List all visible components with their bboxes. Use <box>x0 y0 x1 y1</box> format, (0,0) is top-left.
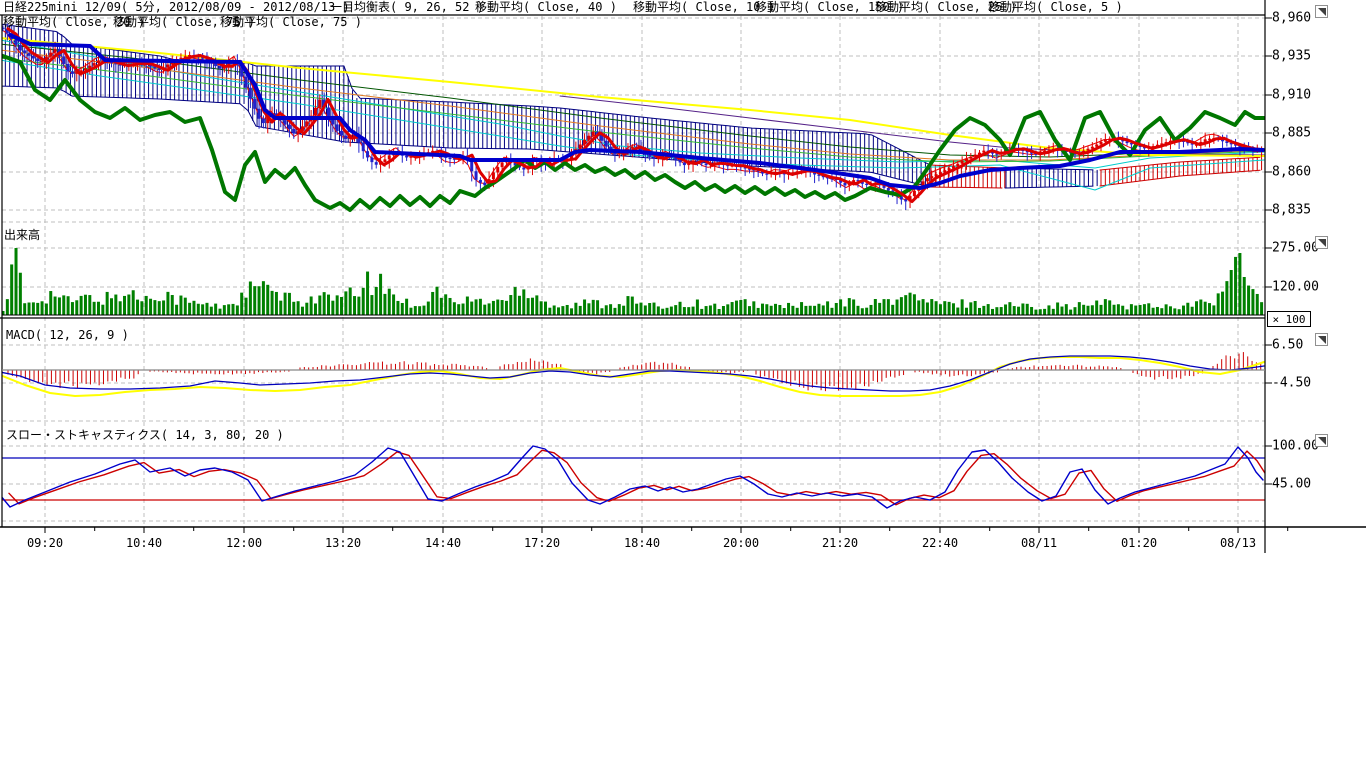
price-axis-label: 8,835 <box>1272 203 1311 218</box>
volume-axis-label: 275.00 <box>1272 241 1319 256</box>
macd-axis-label: -4.50 <box>1272 376 1311 391</box>
stoch-axis-label: 100.00 <box>1272 439 1319 454</box>
volume-multiplier-label: × 100 <box>1267 311 1311 327</box>
grid-lines <box>2 16 1265 526</box>
time-axis-label: 14:40 <box>425 536 461 550</box>
indicator-label: 移動平均( Close, 75 ) <box>220 16 362 29</box>
macd-axis-label: 6.50 <box>1272 338 1303 353</box>
price-axis-label: 8,860 <box>1272 165 1311 180</box>
price-axis-label: 8,910 <box>1272 88 1311 103</box>
volume-pane-label: 出来高 <box>4 229 40 242</box>
time-axis-label: 20:00 <box>723 536 759 550</box>
chart-window: 日経225mini 12/09( 5分, 2012/08/09 - 2012/0… <box>0 0 1366 768</box>
stoch-pane <box>0 446 1272 508</box>
time-axis-label: 13:20 <box>325 536 361 550</box>
time-axis-label: 01:20 <box>1121 536 1157 550</box>
time-axis-label: 08/11 <box>1021 536 1057 550</box>
indicator-label: 移動平均( Close, 10 ) <box>633 1 775 14</box>
price-axis-label: 8,885 <box>1272 126 1311 141</box>
time-axis-label: 21:20 <box>822 536 858 550</box>
time-axis-label: 09:20 <box>27 536 63 550</box>
price-axis-label: 8,935 <box>1272 49 1311 64</box>
indicator-label: 一目均衡表( 9, 26, 52 ) <box>330 1 484 14</box>
time-axis-label: 08/13 <box>1220 536 1256 550</box>
corner-triangle-icon <box>1318 336 1326 344</box>
chart-title: 日経225mini 12/09( 5分, 2012/08/09 - 2012/0… <box>3 1 350 14</box>
stoch-pane-label: スロー・ストキャスティクス( 14, 3, 80, 20 ) <box>6 429 284 442</box>
time-axis-label: 17:20 <box>524 536 560 550</box>
pane-resize-button-price[interactable] <box>1315 5 1328 18</box>
stoch-axis-label: 45.00 <box>1272 477 1311 492</box>
macd-pane <box>0 352 1264 396</box>
volume-pane <box>2 248 1264 315</box>
corner-triangle-icon <box>1318 437 1326 445</box>
corner-triangle-icon <box>1318 8 1326 16</box>
pane-resize-button-stoch[interactable] <box>1315 434 1328 447</box>
chart-canvas <box>0 0 1366 768</box>
indicator-label: 移動平均( Close, 5 ) <box>988 1 1123 14</box>
time-axis-label: 12:00 <box>226 536 262 550</box>
price-pane <box>0 23 1272 210</box>
time-axis-label: 22:40 <box>922 536 958 550</box>
corner-triangle-icon <box>1318 239 1326 247</box>
time-axis-label: 18:40 <box>624 536 660 550</box>
pane-resize-button-volume[interactable] <box>1315 236 1328 249</box>
time-axis-label: 10:40 <box>126 536 162 550</box>
price-axis-label: 8,960 <box>1272 11 1311 26</box>
indicator-label: 移動平均( Close, 40 ) <box>475 1 617 14</box>
pane-resize-button-macd[interactable] <box>1315 333 1328 346</box>
macd-pane-label: MACD( 12, 26, 9 ) <box>6 329 129 342</box>
volume-axis-label: 120.00 <box>1272 280 1319 295</box>
